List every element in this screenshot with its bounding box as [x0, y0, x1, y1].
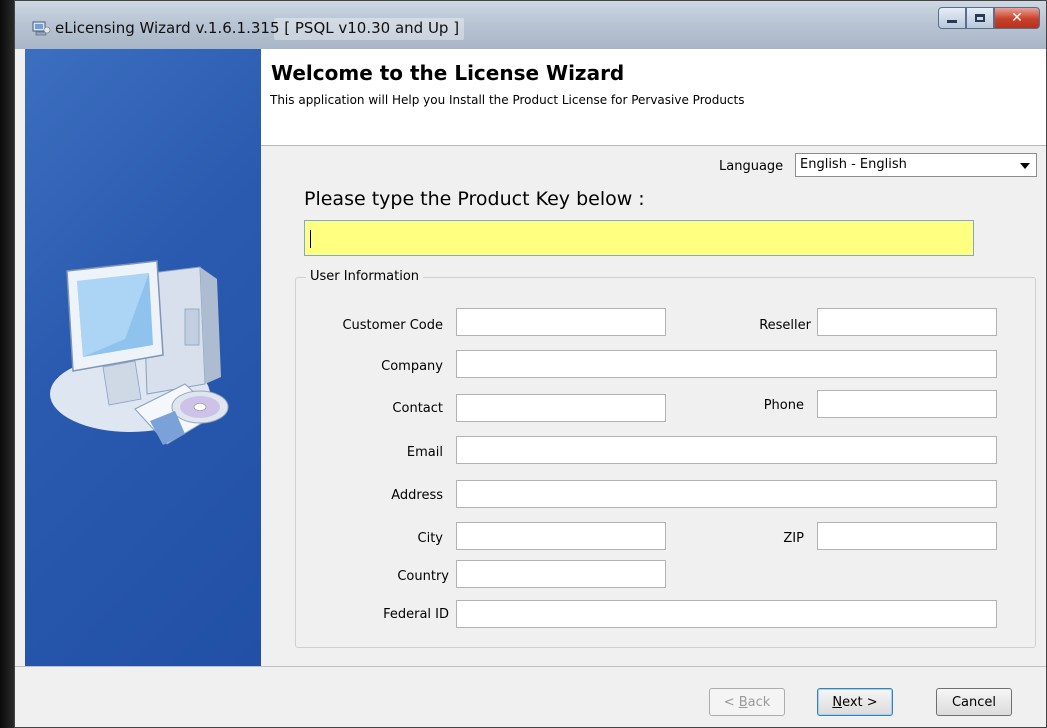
- contact-field[interactable]: [456, 394, 666, 422]
- minimize-icon: [947, 19, 957, 23]
- user-information-legend: User Information: [306, 269, 424, 284]
- desktop-edge: [0, 0, 14, 728]
- close-button[interactable]: ✕: [994, 7, 1040, 29]
- window-title: eLicensing Wizard v.1.6.1.315 [ PSQL v10…: [55, 19, 460, 37]
- federal-id-label: Federal ID: [383, 607, 449, 622]
- next-button[interactable]: Next >: [817, 688, 893, 716]
- back-button-prefix: <: [723, 694, 739, 710]
- wizard-content: Language English - English Please type t…: [261, 146, 1046, 666]
- email-field[interactable]: [456, 436, 997, 464]
- city-field[interactable]: [456, 522, 666, 550]
- app-wizard-icon: [32, 21, 51, 36]
- language-label: Language: [719, 159, 784, 174]
- back-button-accesskey: B: [738, 694, 748, 710]
- maximize-button[interactable]: [966, 7, 994, 29]
- product-key-prompt: Please type the Product Key below :: [304, 188, 645, 210]
- back-button[interactable]: < Back: [709, 688, 785, 716]
- address-field[interactable]: [456, 480, 997, 508]
- phone-field[interactable]: [817, 390, 997, 418]
- customer-code-field[interactable]: [456, 308, 666, 336]
- next-button-label: ext >: [842, 694, 878, 710]
- contact-label: Contact: [392, 401, 443, 416]
- text-caret: [310, 230, 311, 248]
- reseller-field[interactable]: [817, 308, 997, 336]
- computer-cd-illustration: [50, 260, 229, 445]
- side-panel: [25, 49, 261, 666]
- cancel-button[interactable]: Cancel: [936, 688, 1012, 716]
- phone-label: Phone: [763, 398, 804, 413]
- window-controls: ✕: [938, 7, 1040, 29]
- address-label: Address: [391, 488, 443, 503]
- country-label: Country: [397, 569, 449, 584]
- company-field[interactable]: [456, 350, 997, 378]
- chevron-down-icon: [1020, 163, 1030, 169]
- product-key-input[interactable]: [304, 220, 974, 256]
- language-select[interactable]: English - English: [795, 153, 1037, 177]
- city-label: City: [417, 531, 443, 546]
- back-button-label: ack: [747, 694, 771, 710]
- company-label: Company: [381, 359, 443, 374]
- reseller-label: Reseller: [759, 318, 811, 333]
- footer-divider: [15, 666, 1046, 667]
- zip-label: ZIP: [783, 531, 804, 546]
- zip-field[interactable]: [817, 522, 997, 550]
- maximize-icon: [975, 14, 985, 22]
- minimize-button[interactable]: [938, 7, 966, 29]
- page-subtitle: This application will Help you Install t…: [270, 93, 745, 107]
- title-bar[interactable]: eLicensing Wizard v.1.6.1.315 [ PSQL v10…: [15, 1, 1046, 49]
- wizard-window: eLicensing Wizard v.1.6.1.315 [ PSQL v10…: [14, 0, 1047, 728]
- email-label: Email: [406, 445, 443, 460]
- page-title: Welcome to the License Wizard: [271, 61, 625, 85]
- customer-code-label: Customer Code: [342, 318, 443, 333]
- country-field[interactable]: [456, 560, 666, 588]
- language-selected-value: English - English: [800, 157, 907, 172]
- federal-id-field[interactable]: [456, 600, 997, 628]
- next-button-accesskey: N: [832, 694, 843, 710]
- wizard-header: Welcome to the License Wizard This appli…: [261, 49, 1046, 145]
- close-icon: ✕: [1011, 10, 1023, 26]
